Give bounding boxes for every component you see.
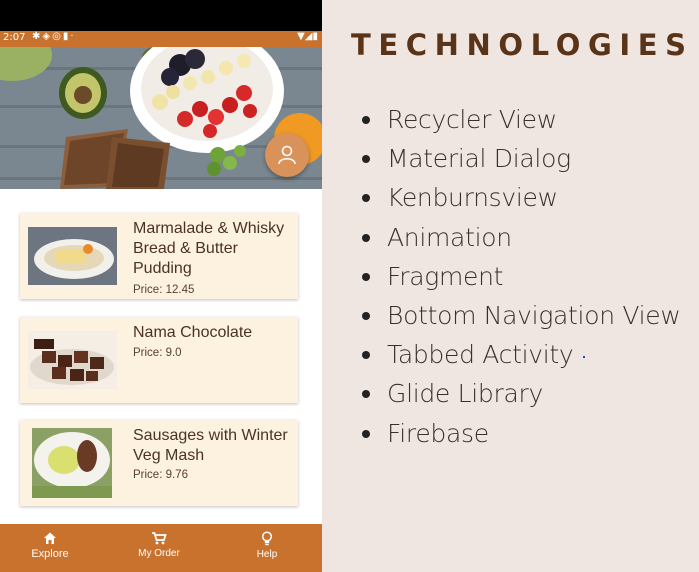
nav-my-order[interactable]: My Order [119, 524, 199, 572]
technologies-panel: TECHNOLOGIES Recycler View Material Dial… [322, 0, 699, 572]
menu-item-price: Price: 9.0 [133, 347, 182, 359]
shield-icon: ◈ [42, 31, 53, 42]
profile-fab[interactable] [265, 133, 309, 177]
menu-item-title: Nama Chocolate [133, 324, 253, 341]
nav-explore[interactable]: Explore [10, 524, 90, 572]
bullet-icon [362, 272, 370, 281]
circle-a-icon: ◎ [52, 31, 63, 42]
technology-item: Tabbed Activity [360, 335, 681, 374]
menu-item-price: Price: 9.76 [133, 469, 188, 481]
menu-item-price: Price: 12.45 [133, 284, 195, 296]
phone-screen: 2:07 ✱◈◎▮· ▼◢▮ Marmalade & Whisky Bread … [0, 0, 322, 572]
status-icons: ✱◈◎▮· [32, 31, 76, 42]
technology-item: Recycler View [360, 100, 681, 139]
bullet-icon [362, 116, 370, 124]
bullet-icon [362, 233, 370, 242]
battery-icon: ▮ [312, 31, 318, 42]
technologies-heading: TECHNOLOGIES [351, 28, 694, 62]
menu-item-thumbnail [28, 227, 117, 285]
technology-item: Fragment [360, 257, 681, 296]
menu-item-card[interactable]: Marmalade & Whisky Bread & Butter Puddin… [20, 213, 298, 299]
bullet-icon [362, 390, 370, 399]
bullet-icon [362, 351, 370, 360]
person-icon [278, 145, 296, 165]
technology-item: Animation [360, 218, 681, 257]
menu-item-thumbnail [28, 331, 117, 389]
bullet-icon [362, 155, 370, 164]
bullet-icon [362, 429, 370, 438]
bottom-navigation: Explore My Order Help [0, 524, 322, 572]
gear-icon: ✱ [32, 31, 43, 42]
nav-label: Help [256, 549, 278, 560]
dot-icon: · [70, 31, 76, 42]
technologies-list: Recycler View Material Dialog Kenburnsvi… [360, 100, 681, 453]
bullet-icon [362, 194, 370, 203]
menu-item-card[interactable]: Sausages with Winter Veg Mash Price: 9.7… [20, 420, 298, 506]
technology-item: Glide Library [360, 374, 681, 413]
cart-icon [152, 532, 167, 545]
status-bar: 2:07 ✱◈◎▮· ▼◢▮ [0, 31, 322, 47]
nav-label: My Order [138, 548, 180, 559]
technology-item: Kenburnsview [360, 178, 681, 217]
wifi-icon: ▼ [297, 31, 305, 42]
technology-item: Material Dialog [360, 139, 681, 178]
menu-item-thumbnail [32, 428, 112, 498]
home-icon [44, 532, 56, 544]
lightbulb-icon [261, 531, 273, 546]
status-right-icons: ▼◢▮ [297, 31, 318, 42]
bullet-icon [362, 311, 370, 320]
nav-help[interactable]: Help [227, 524, 307, 572]
technology-item: Firebase [360, 414, 681, 453]
menu-item-card[interactable]: Nama Chocolate Price: 9.0 [20, 317, 298, 403]
menu-item-title: Sausages with Winter Veg Mash [133, 427, 288, 464]
technology-item: Bottom Navigation View [360, 296, 681, 335]
stray-dot [583, 356, 585, 358]
top-bezel [0, 0, 322, 31]
nav-label: Explore [31, 548, 69, 560]
menu-item-title: Marmalade & Whisky Bread & Butter Puddin… [133, 220, 285, 277]
status-time: 2:07 [3, 32, 26, 43]
